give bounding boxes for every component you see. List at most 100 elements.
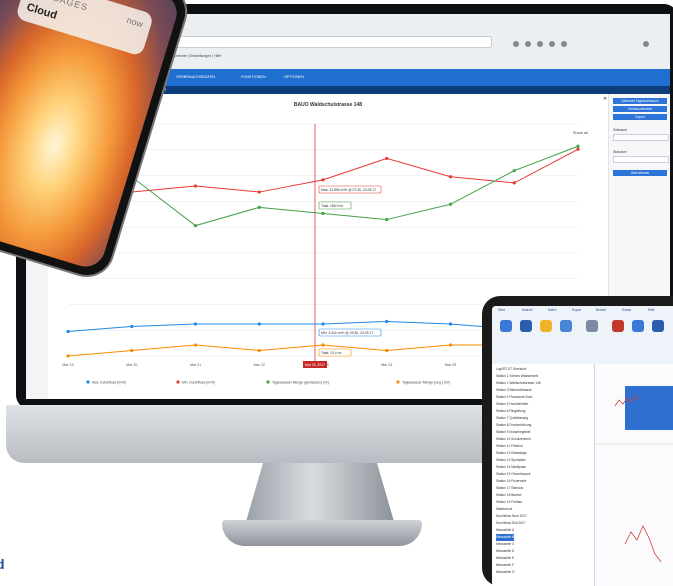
refresh-icon[interactable]: [500, 320, 512, 332]
tree-item[interactable]: Station 1 Kleines Wasserwerk: [496, 373, 538, 380]
tree-item[interactable]: Durchfluss Nord 2017: [496, 513, 527, 520]
data-point[interactable]: [512, 181, 516, 185]
panel-button-overview[interactable]: Übersicht Tagesverbrauch: [613, 98, 667, 104]
panel-button-export[interactable]: Export: [613, 114, 667, 120]
nav-item-funktionen[interactable]: FUNKTIONEN: [241, 69, 266, 86]
tree-item[interactable]: Station 11 Friedhof: [496, 443, 523, 450]
data-point[interactable]: [448, 343, 453, 347]
data-point[interactable]: [321, 322, 325, 326]
tablet-tab-data[interactable]: Daten: [548, 308, 557, 312]
data-point[interactable]: [448, 175, 453, 179]
legend-marker[interactable]: [176, 380, 180, 384]
notification-title: Cloud: [25, 1, 59, 22]
tablet-tab-start[interactable]: Start: [498, 308, 505, 312]
legend-marker[interactable]: [86, 380, 90, 384]
chart-legend[interactable]: Max. Durchfluss [m³/h] Min. Durchfluss [m…: [86, 380, 450, 385]
tree-item[interactable]: Messstelle B: [496, 534, 515, 541]
panel-close-icon[interactable]: ✕: [603, 96, 607, 102]
tree-item[interactable]: Station 5 Hochbehälter: [496, 401, 528, 408]
data-point[interactable]: [321, 211, 325, 216]
legend-marker[interactable]: [266, 380, 270, 384]
data-point[interactable]: [193, 343, 198, 347]
settings-icon[interactable]: [586, 320, 598, 332]
tree-item[interactable]: Station 18 Bauhof: [496, 492, 521, 499]
cloud-icon[interactable]: [560, 320, 572, 332]
tree-item[interactable]: Durchfluss Süd 2017: [496, 520, 526, 527]
tree-item[interactable]: Station 9 Industriegebiet: [496, 429, 530, 436]
data-point[interactable]: [257, 190, 261, 194]
tree-item[interactable]: Messstelle G: [496, 569, 514, 576]
tablet-tab-extras[interactable]: Extras: [622, 308, 631, 312]
period-field[interactable]: [613, 134, 669, 141]
data-point[interactable]: [130, 348, 134, 353]
tree-item[interactable]: Station 8 Druckerhöhung: [496, 422, 531, 429]
window-icon[interactable]: [652, 320, 664, 332]
apply-button[interactable]: Übernehmen: [613, 170, 667, 176]
data-point[interactable]: [193, 224, 198, 228]
tree-item[interactable]: Station 17 Rathaus: [496, 485, 523, 492]
legend-label[interactable]: Tageswasser Menge (neg.) [m³]: [402, 381, 450, 385]
legend-label[interactable]: Max. Durchfluss [m³/h]: [92, 381, 126, 385]
tablet-tab-report[interactable]: Bericht: [596, 308, 606, 312]
data-point[interactable]: [321, 343, 325, 347]
data-point[interactable]: [257, 348, 261, 353]
data-point[interactable]: [66, 329, 70, 334]
nav-item-verbrauchsdaten[interactable]: VERBRAUCHSDATEN: [176, 69, 215, 86]
tree-item[interactable]: Messstelle A: [496, 527, 514, 534]
tree-item[interactable]: Messstelle E: [496, 555, 514, 562]
data-point[interactable]: [321, 178, 325, 182]
panel-button-values[interactable]: Verbrauchswerte: [613, 106, 667, 112]
data-point[interactable]: [66, 354, 70, 358]
tree-item[interactable]: Station 4 Pumpwerk Nord: [496, 394, 532, 401]
show-all-button[interactable]: Show all: [573, 130, 588, 135]
tablet-tab-help[interactable]: Hilfe: [648, 308, 654, 312]
tree-item[interactable]: Messstelle F: [496, 562, 514, 569]
tree-item[interactable]: Messstelle D: [496, 548, 514, 555]
legend-label[interactable]: Min. Durchfluss [m³/h]: [182, 381, 215, 385]
data-point[interactable]: [448, 322, 453, 326]
tablet-tab-export[interactable]: Export: [572, 308, 581, 312]
tree-item[interactable]: Waldschule: [496, 506, 512, 513]
legend-label[interactable]: Tageswasser Menge (gemessen) [m³]: [272, 381, 329, 385]
data-point[interactable]: [576, 147, 580, 151]
data-point[interactable]: [385, 217, 389, 222]
tree-item[interactable]: Station 6 Ringleitung: [496, 408, 525, 415]
data-point[interactable]: [385, 156, 389, 161]
data-point[interactable]: [193, 184, 198, 188]
tree-item[interactable]: Station 15 Gewerbepark: [496, 471, 530, 478]
bookmarks-bar[interactable]: Leistungen | Ablesung | Verbrauch | Beri…: [116, 52, 666, 60]
data-point[interactable]: [193, 322, 198, 326]
browser-actions[interactable]: [506, 36, 656, 49]
browser-action-icons[interactable]: [506, 39, 656, 49]
folder-icon[interactable]: [540, 320, 552, 332]
tree-item[interactable]: Station 7 Quellfassung: [496, 415, 528, 422]
data-point[interactable]: [385, 319, 389, 324]
data-point[interactable]: [576, 144, 580, 148]
notification-card[interactable]: MESSAGES now Cloud: [15, 0, 155, 57]
data-point[interactable]: [257, 205, 261, 209]
tree-item[interactable]: Station 19 Freibad: [496, 499, 522, 506]
location-field[interactable]: [613, 156, 669, 163]
nav-item-optionen[interactable]: OPTIONEN: [284, 69, 304, 86]
data-point[interactable]: [385, 348, 389, 353]
data-point[interactable]: [512, 169, 516, 173]
tree-item[interactable]: Station 16 Feuerwehr: [496, 478, 526, 485]
data-point[interactable]: [257, 322, 261, 326]
tree-item[interactable]: Station 3 Bahnhofstrasse: [496, 387, 532, 394]
panel-label-period: Zeitraum: [613, 128, 628, 132]
device-icon[interactable]: [632, 320, 644, 332]
tree-item[interactable]: LogSET-07 Übersicht: [496, 366, 526, 373]
data-point[interactable]: [448, 202, 453, 206]
tree-item[interactable]: Station 14 Marktplatz: [496, 464, 526, 471]
tree-item[interactable]: Station 12 Kläranlage: [496, 450, 526, 457]
tree-item[interactable]: Station 2 Waldschulstrasse 148: [496, 380, 541, 387]
data-point[interactable]: [130, 324, 134, 329]
alarm-icon[interactable]: [612, 320, 624, 332]
chart-icon[interactable]: [520, 320, 532, 332]
tablet-tab-view[interactable]: Ansicht: [522, 308, 532, 312]
tree-item[interactable]: Station 10 Schulzentrum: [496, 436, 531, 443]
legend-marker[interactable]: [396, 380, 400, 384]
tablet-line-chart: [595, 395, 673, 563]
tree-item[interactable]: Messstelle C: [496, 541, 514, 548]
tree-item[interactable]: Station 13 Sportplatz: [496, 457, 526, 464]
